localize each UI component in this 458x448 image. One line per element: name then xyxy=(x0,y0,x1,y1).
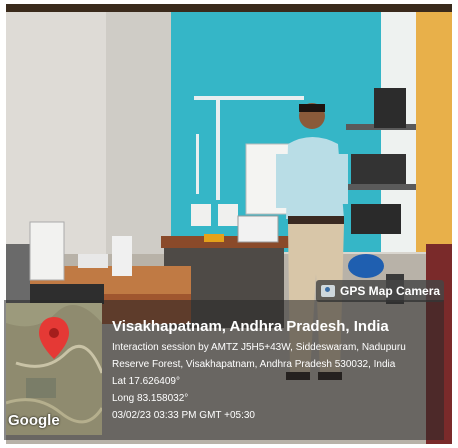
address-line-2: Reserve Forest, Visakhapatnam, Andhra Pr… xyxy=(112,359,396,370)
datetime: 03/02/23 03:33 PM GMT +05:30 xyxy=(112,410,255,421)
photo-frame: GPS Map Camera Google Visakhapatnam, And… xyxy=(0,0,458,448)
gps-map-camera-badge: GPS Map Camera xyxy=(316,280,444,302)
mini-map: Google xyxy=(6,303,102,435)
location-info: Visakhapatnam, Andhra Pradesh, India Int… xyxy=(112,318,442,424)
address-line-1: Interaction session by AMTZ J5H5+43W, Si… xyxy=(112,342,406,353)
location-title: Visakhapatnam, Andhra Pradesh, India xyxy=(112,318,389,335)
badge-label: GPS Map Camera xyxy=(340,284,441,298)
google-logo: Google xyxy=(8,412,60,429)
longitude: Long 83.158032° xyxy=(112,393,189,404)
latitude: Lat 17.626409° xyxy=(112,376,180,387)
camera-map-icon xyxy=(321,285,335,297)
